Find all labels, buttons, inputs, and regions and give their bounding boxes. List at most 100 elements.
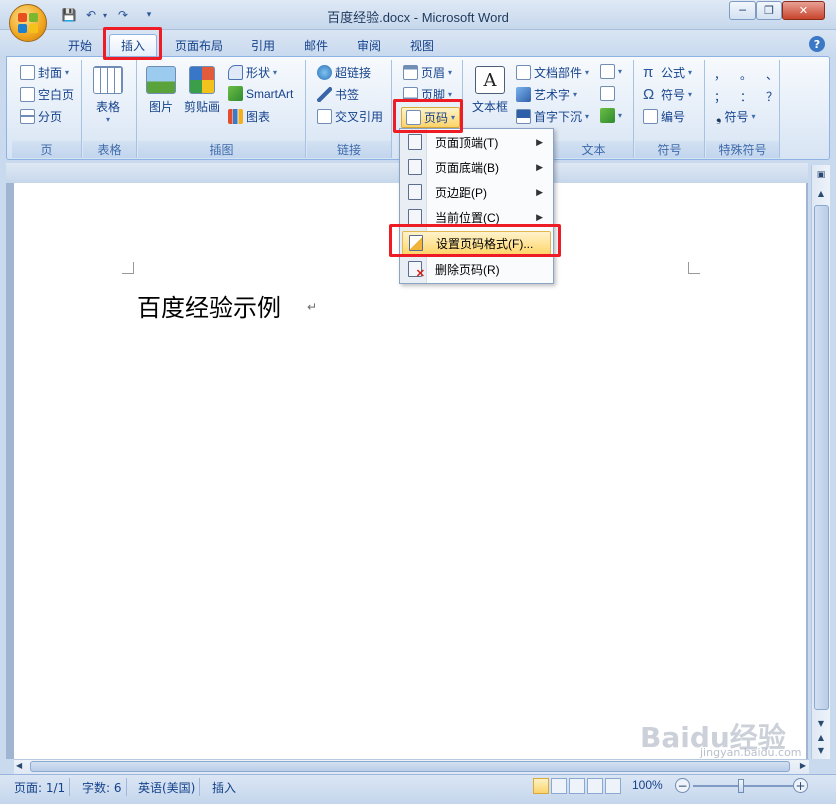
draft-view-icon[interactable] xyxy=(605,778,621,794)
clipart-button[interactable]: 剪贴画 xyxy=(184,66,220,115)
document-text[interactable]: 百度经验示例 xyxy=(137,288,281,323)
cover-page-label: 封面 xyxy=(38,66,63,80)
web-layout-view-icon[interactable] xyxy=(569,778,585,794)
textbox-label: 文本框 xyxy=(472,100,509,114)
status-language[interactable]: 英语(美国) xyxy=(134,778,201,796)
margin-corner-top-right xyxy=(688,262,700,274)
symbol-button[interactable]: Ω 符号 ▾ xyxy=(643,86,692,103)
zoom-out-icon[interactable]: − xyxy=(675,778,690,793)
zoom-level[interactable]: 100% xyxy=(632,778,663,792)
horizontal-scroll-thumb[interactable] xyxy=(30,761,790,772)
status-word-count[interactable]: 字数: 6 xyxy=(78,778,127,796)
special-symbol-label: 符号 xyxy=(724,110,749,124)
quick-parts-icon xyxy=(516,65,531,80)
print-layout-view-icon[interactable] xyxy=(533,778,549,794)
office-button[interactable] xyxy=(9,4,47,42)
menu-item-current-position[interactable]: 当前位置(C) ▶ xyxy=(402,205,551,229)
header-button[interactable]: 页眉 ▾ xyxy=(403,64,452,81)
status-page-count[interactable]: 页面: 1/1 xyxy=(10,778,71,796)
tab-insert[interactable]: 插入 xyxy=(109,34,157,56)
number-button[interactable]: 编号 xyxy=(643,108,685,125)
cover-page-button[interactable]: 封面 ▾ xyxy=(20,64,69,81)
smartart-button[interactable]: SmartArt xyxy=(228,86,293,101)
tab-references[interactable]: 引用 xyxy=(241,34,285,56)
chart-button[interactable]: 图表 xyxy=(228,108,270,125)
footer-label: 页脚 xyxy=(421,88,446,102)
date-time-button[interactable] xyxy=(600,86,615,101)
group-illustrations: 图片 剪贴画 形状 ▾ SmartArt 图表 插图 xyxy=(138,60,306,158)
menu-item-top-of-page[interactable]: 页面顶端(T) ▶ xyxy=(402,130,551,154)
group-label-symbols: 符号 xyxy=(635,141,704,158)
special-symbol-button[interactable]: ❟ 符号 ▾ xyxy=(716,108,756,125)
vertical-scroll-thumb[interactable] xyxy=(814,205,829,710)
outline-view-icon[interactable] xyxy=(587,778,603,794)
menu-item-remove-page-numbers[interactable]: ✕ 删除页码(R) xyxy=(402,257,551,281)
picture-button[interactable]: 图片 xyxy=(146,66,176,115)
group-label-text: 文本 xyxy=(554,141,633,158)
textbox-button[interactable]: A 文本框 xyxy=(472,66,508,115)
window-title: 百度经验.docx - Microsoft Word xyxy=(327,10,509,25)
tab-view[interactable]: 视图 xyxy=(400,34,444,56)
insert-object-button[interactable]: ▾ xyxy=(600,108,622,123)
scroll-left-icon[interactable]: ◀ xyxy=(16,761,22,770)
wordart-icon xyxy=(516,87,531,102)
minimize-button[interactable]: ─ xyxy=(729,1,756,20)
previous-page-icon[interactable]: ▲ xyxy=(814,731,828,743)
tab-mailings[interactable]: 邮件 xyxy=(294,34,338,56)
quick-parts-button[interactable]: 文档部件 ▾ xyxy=(516,64,589,81)
ruler-toggle-icon[interactable]: ▣ xyxy=(814,168,828,182)
dropcap-button[interactable]: 首字下沉 ▾ xyxy=(516,108,589,125)
special-period[interactable]: 。 xyxy=(740,66,752,83)
blank-page-label: 空白页 xyxy=(38,88,75,102)
submenu-arrow-icon: ▶ xyxy=(536,161,543,172)
menu-item-format-page-numbers[interactable]: 设置页码格式(F)... xyxy=(402,231,551,255)
tab-home[interactable]: 开始 xyxy=(58,34,102,56)
special-question[interactable]: ？ xyxy=(766,88,778,105)
special-semicolon[interactable]: ； xyxy=(714,88,726,105)
insert-object-icon xyxy=(600,108,615,123)
special-symbols-row-1: ， 。 、 xyxy=(714,66,778,83)
help-icon[interactable]: ? xyxy=(809,36,825,52)
chart-icon xyxy=(228,109,243,124)
menu-item-label: 页面顶端(T) xyxy=(435,135,499,150)
blank-page-button[interactable]: 空白页 xyxy=(20,86,74,103)
wordart-button[interactable]: 艺术字 ▾ xyxy=(516,86,577,103)
special-colon[interactable]: ： xyxy=(740,88,752,105)
equation-button[interactable]: π 公式 ▾ xyxy=(643,64,692,81)
status-insert-mode[interactable]: 插入 xyxy=(208,778,240,796)
group-label-illustrations: 插图 xyxy=(138,141,305,158)
menu-item-bottom-of-page[interactable]: 页面底端(B) ▶ xyxy=(402,155,551,179)
menu-item-page-margins[interactable]: 页边距(P) ▶ xyxy=(402,180,551,204)
group-special-symbols: ， 。 、 ； ： ？ ❟ 符号 ▾ 特殊符号 xyxy=(706,60,780,158)
vertical-scrollbar[interactable]: ▣ ▲ ▼ ▲ ▼ xyxy=(811,165,830,759)
tab-review[interactable]: 审阅 xyxy=(347,34,391,56)
page-break-button[interactable]: 分页 xyxy=(20,108,62,125)
zoom-slider-thumb[interactable] xyxy=(738,779,744,793)
next-page-icon[interactable]: ▼ xyxy=(814,744,828,756)
page-number-button[interactable]: 页码 ▾ xyxy=(401,107,461,128)
close-button[interactable]: ✕ xyxy=(782,1,825,20)
wordart-label: 艺术字 xyxy=(534,88,571,102)
scroll-down-icon[interactable]: ▼ xyxy=(814,717,828,729)
hyperlink-button[interactable]: 超链接 xyxy=(317,64,371,81)
tab-page-layout[interactable]: 页面布局 xyxy=(165,34,233,56)
cross-reference-button[interactable]: 交叉引用 xyxy=(317,108,383,125)
scroll-up-icon[interactable]: ▲ xyxy=(814,186,828,200)
horizontal-scrollbar[interactable]: ◀ ▶ xyxy=(14,759,809,774)
textbox-icon: A xyxy=(475,66,505,94)
scroll-right-icon[interactable]: ▶ xyxy=(800,761,806,770)
table-button[interactable]: 表格 ▾ xyxy=(93,66,123,124)
shapes-button[interactable]: 形状 ▾ xyxy=(228,64,277,81)
bookmark-button[interactable]: 书签 xyxy=(317,86,359,103)
restore-button[interactable]: ❐ xyxy=(756,1,782,20)
signature-line-button[interactable]: ▾ xyxy=(600,64,622,79)
shapes-icon xyxy=(228,65,243,80)
date-time-icon xyxy=(600,86,615,101)
special-comma[interactable]: ， xyxy=(714,66,726,83)
zoom-in-icon[interactable]: + xyxy=(793,778,808,793)
group-label-pages: 页 xyxy=(12,141,81,158)
special-enum-comma[interactable]: 、 xyxy=(766,66,778,83)
footer-button[interactable]: 页脚 ▾ xyxy=(403,86,452,103)
dropcap-icon xyxy=(516,109,531,124)
full-screen-reading-view-icon[interactable] xyxy=(551,778,567,794)
